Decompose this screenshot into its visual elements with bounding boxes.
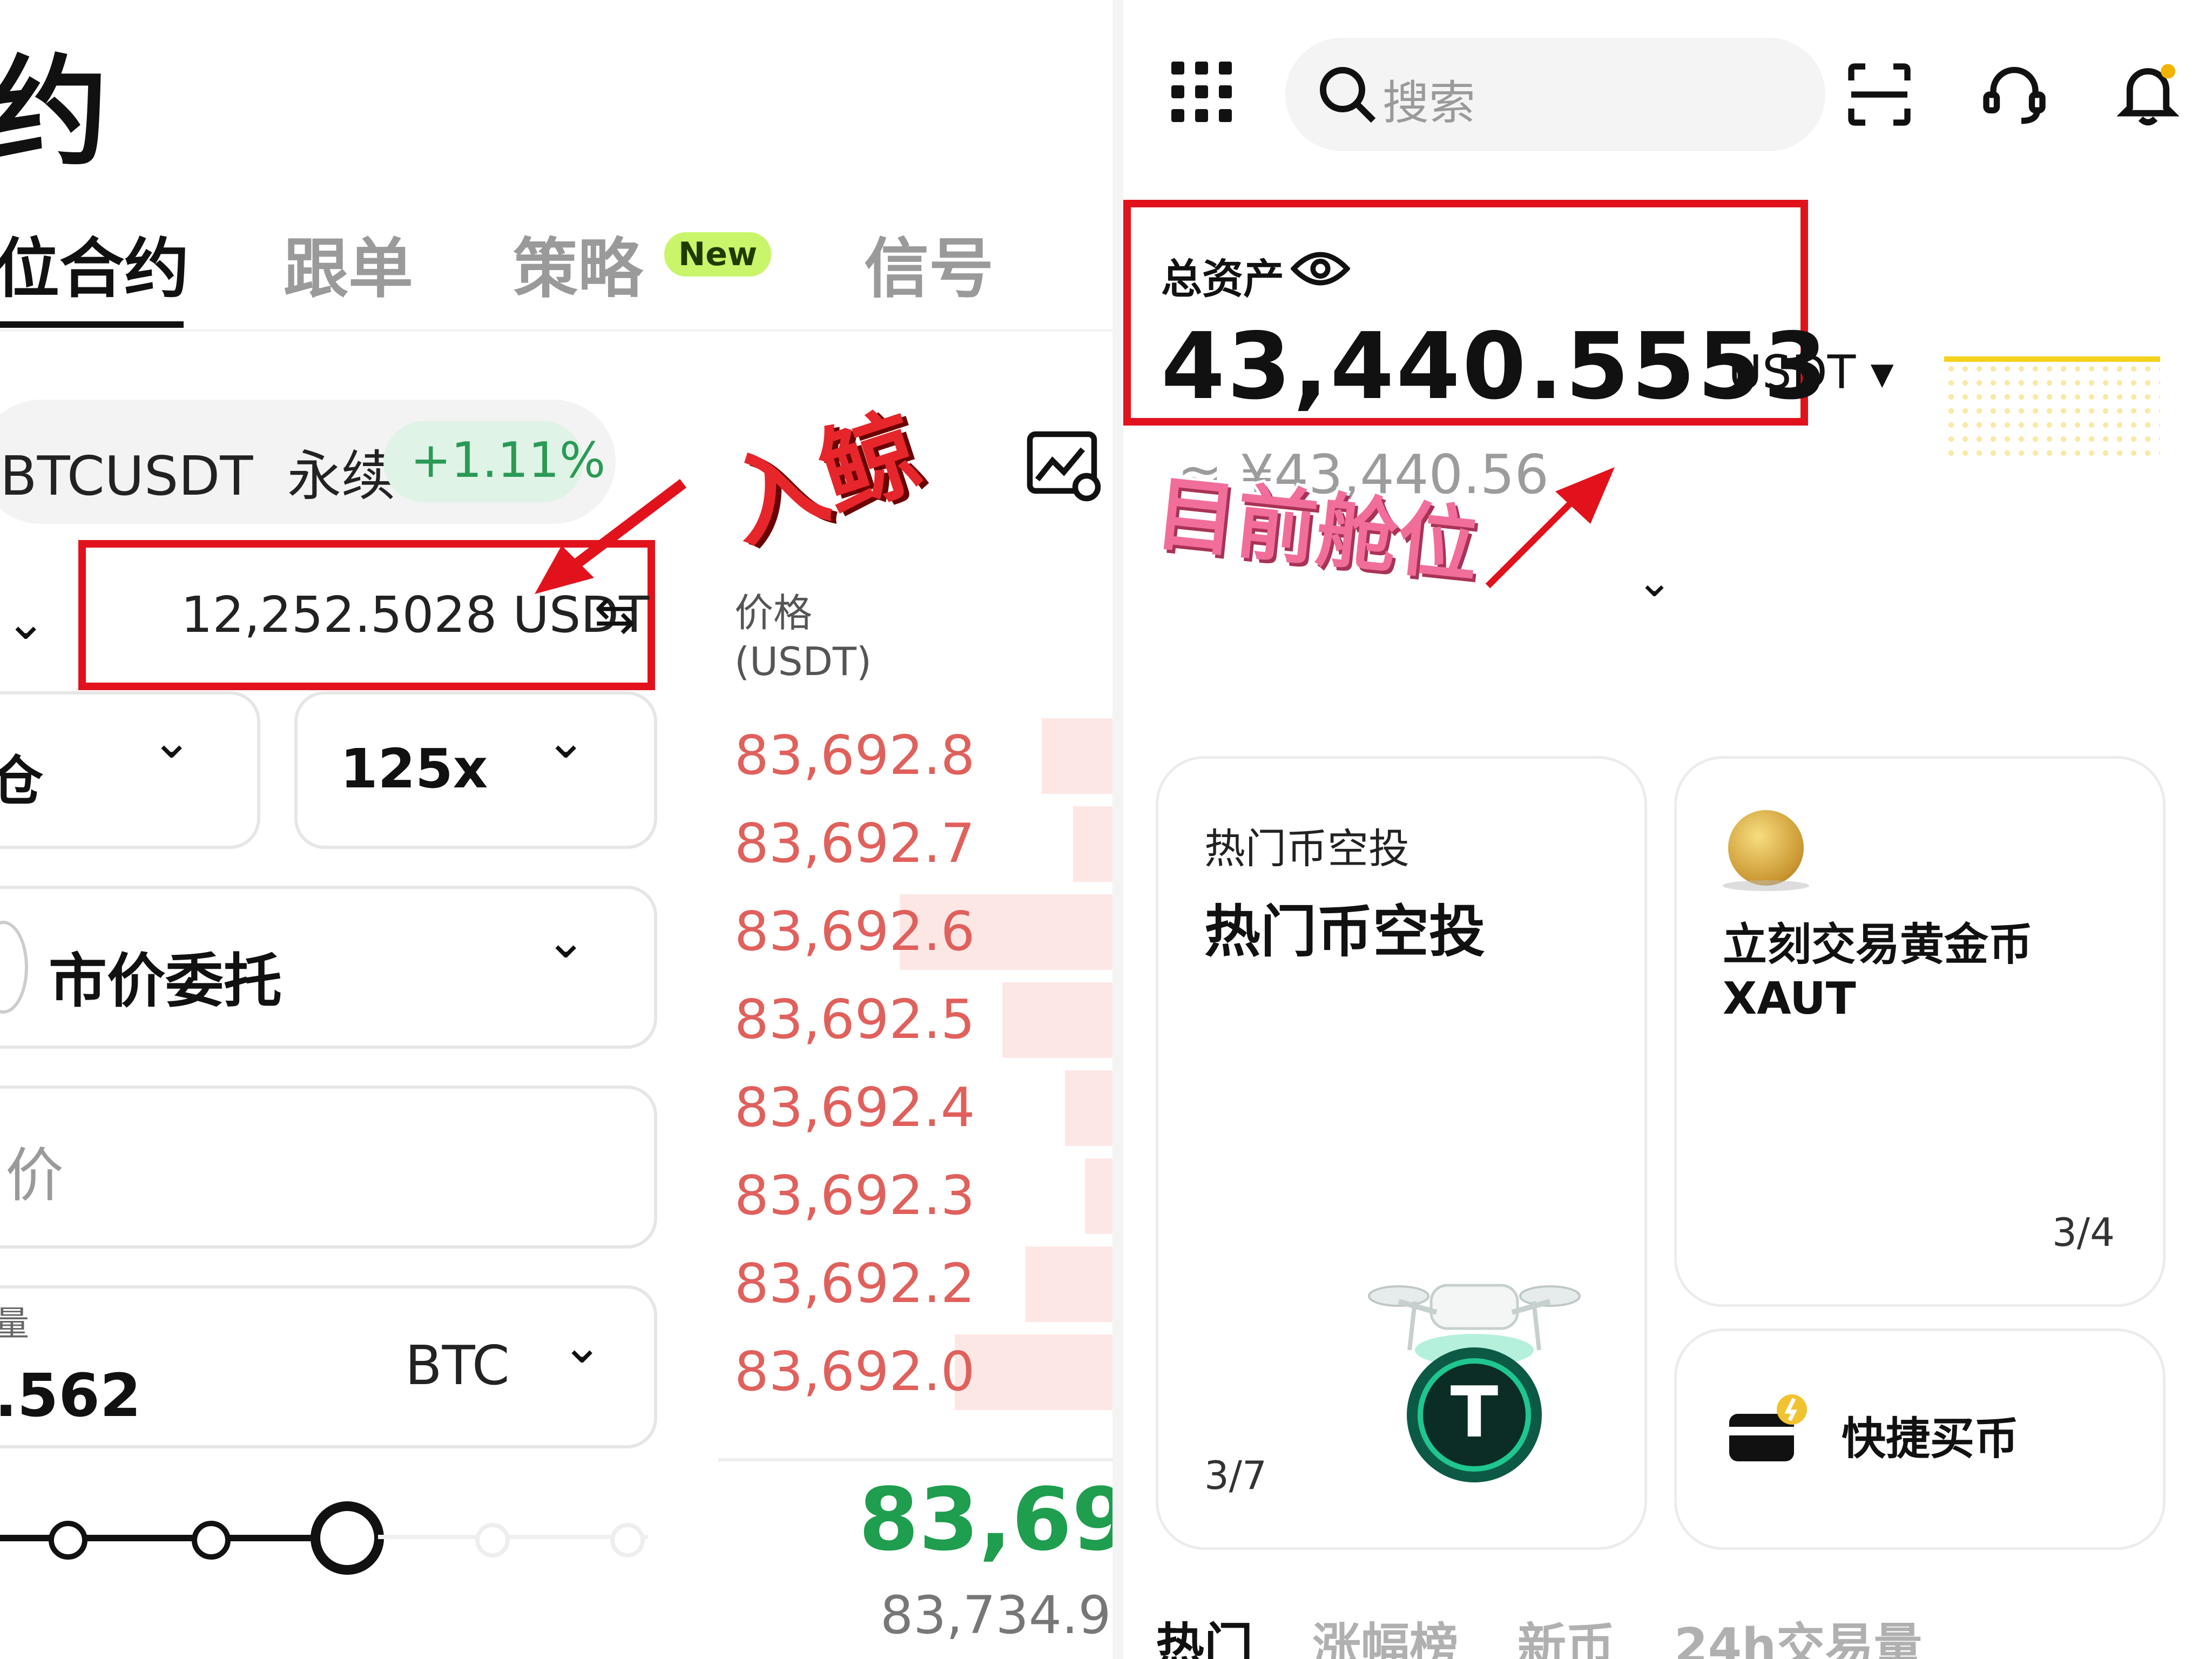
- svg-text:T: T: [1451, 1371, 1499, 1453]
- swap-icon[interactable]: ⇆: [594, 586, 636, 644]
- ask-price: 83,692.0: [734, 1340, 975, 1403]
- tab-signals[interactable]: 信号: [864, 216, 994, 310]
- tab-24h-volume[interactable]: 24h交易量: [1674, 1607, 1922, 1659]
- margin-mode-value: 仓: [0, 750, 43, 813]
- slider-track-remaining: [378, 1535, 648, 1539]
- panel-divider: [1112, 0, 1123, 1659]
- depth-bar: [1041, 718, 1112, 794]
- depth-bar: [1065, 1070, 1112, 1146]
- order-type-value: 市价委托: [49, 948, 282, 1015]
- orderbook-divider: [718, 1458, 1112, 1461]
- slider-knob[interactable]: [311, 1501, 384, 1575]
- depth-bar: [1002, 982, 1112, 1058]
- tab-futures[interactable]: 位合约: [0, 216, 189, 310]
- total-assets-label: 总资产: [1161, 255, 1284, 303]
- orderbook-row[interactable]: 83,692.7: [718, 801, 1112, 889]
- orderbook-row[interactable]: 83,692.3: [718, 1153, 1112, 1241]
- support-headset-icon[interactable]: [1979, 59, 2049, 132]
- gold-card-counter: 3/4: [2052, 1210, 2115, 1255]
- chevron-down-icon[interactable]: ⌄: [562, 1318, 602, 1374]
- orderbook-header: 价格 (USDT): [734, 590, 872, 684]
- airdrop-card-title: 热门币空投: [1204, 899, 1486, 965]
- new-badge: New: [664, 232, 772, 276]
- orderbook-row[interactable]: 83,692.2: [718, 1241, 1112, 1329]
- slider-step[interactable]: [192, 1521, 231, 1560]
- expand-chevron-icon[interactable]: ⌄: [1636, 556, 1673, 606]
- amount-label: 量: [0, 1304, 29, 1344]
- depth-bar: [1073, 806, 1112, 882]
- mark-price: 83,734.9: [880, 1585, 1111, 1645]
- tab-gainers[interactable]: 涨幅榜: [1312, 1607, 1458, 1659]
- depth-bar: [1084, 1158, 1112, 1234]
- chart-icon[interactable]: [1026, 427, 1102, 504]
- available-balance: 12,252.5028 USDT: [181, 586, 650, 644]
- pair-name: BTCUSDT 永续: [0, 444, 395, 508]
- leverage-value: 125x: [340, 737, 488, 800]
- last-price: 83,691: [859, 1469, 1112, 1570]
- wallet-home-panel: 搜索 总资产 43,440.5553 USDT ▾ ≈ ¥43,440.56 目…: [1123, 0, 2212, 1659]
- tab-copy-trading[interactable]: 跟单: [284, 216, 413, 310]
- slider-step[interactable]: [475, 1523, 510, 1557]
- futures-trading-panel: 约 位合约 跟单 策略 New 信号 BTCUSDT 永续 +1.11% 入鲸 …: [0, 0, 1112, 1659]
- slider-step[interactable]: [610, 1523, 645, 1557]
- gold-coin-icon: [1728, 810, 1804, 886]
- search-icon: [1315, 62, 1380, 129]
- price-placeholder: 价: [5, 1142, 64, 1210]
- tab-hot[interactable]: 热门: [1156, 1607, 1253, 1659]
- price-input[interactable]: [0, 1085, 657, 1249]
- orderbook-row[interactable]: 83,692.5: [718, 977, 1112, 1065]
- amount-unit: BTC: [405, 1334, 510, 1397]
- bell-icon[interactable]: [2112, 57, 2184, 132]
- ask-price: 83,692.8: [734, 724, 975, 787]
- tab-strategy[interactable]: 策略: [513, 216, 643, 310]
- coin-shadow: [1723, 880, 1809, 891]
- depth-bar: [955, 1334, 1112, 1410]
- depth-bar: [1026, 1246, 1112, 1322]
- gold-card-title: 立刻交易黄金币 XAUT: [1723, 919, 2033, 1024]
- airdrop-card-subtitle: 热门币空投: [1204, 825, 1410, 873]
- tab-divider: [0, 329, 1112, 332]
- drone-icon: T: [1368, 1284, 1581, 1482]
- ask-price: 83,692.2: [734, 1252, 975, 1315]
- tab-new-coins[interactable]: 新币: [1518, 1607, 1615, 1659]
- scan-icon[interactable]: [1844, 59, 1914, 132]
- orderbook-row[interactable]: 83,692.4: [718, 1065, 1112, 1153]
- currency-selector[interactable]: USDT ▾: [1728, 346, 1894, 400]
- orderbook-row[interactable]: 83,692.8: [718, 713, 1112, 801]
- active-tab-underline: [0, 321, 184, 328]
- ask-price: 83,692.4: [734, 1076, 975, 1139]
- ask-price: 83,692.5: [734, 988, 975, 1051]
- quick-buy-label: 快捷买币: [1842, 1413, 2019, 1465]
- amount-value: .562: [0, 1361, 141, 1430]
- card-payment-icon: [1729, 1394, 1807, 1461]
- chevron-down-icon: ⌄: [151, 713, 192, 770]
- apps-grid-icon[interactable]: [1169, 59, 1234, 124]
- page-title: 约: [0, 43, 109, 181]
- eye-icon[interactable]: [1290, 246, 1351, 294]
- chevron-down-icon: ⌄: [545, 913, 586, 969]
- mini-chart-area: [1944, 362, 2160, 464]
- chevron-down-icon[interactable]: ⌄: [5, 594, 46, 651]
- annotation-label: 入鲸: [710, 392, 938, 567]
- slider-step[interactable]: [49, 1521, 87, 1560]
- orderbook-row[interactable]: 83,692.0: [718, 1329, 1112, 1417]
- airdrop-card-counter: 3/7: [1204, 1453, 1267, 1498]
- mini-chart-line: [1944, 356, 2160, 362]
- ask-price: 83,692.3: [734, 1164, 975, 1227]
- annotation-arrow-icon: [1485, 467, 1615, 589]
- chevron-down-icon: ⌄: [545, 713, 586, 770]
- orderbook-row[interactable]: 83,692.6: [718, 889, 1112, 977]
- ask-price: 83,692.7: [734, 812, 975, 875]
- search-placeholder: 搜索: [1382, 76, 1475, 130]
- ask-price: 83,692.6: [734, 900, 975, 963]
- orderbook-asks: 83,692.8 83,692.7 83,692.6 83,692.5 83,692.4…: [718, 713, 1112, 1417]
